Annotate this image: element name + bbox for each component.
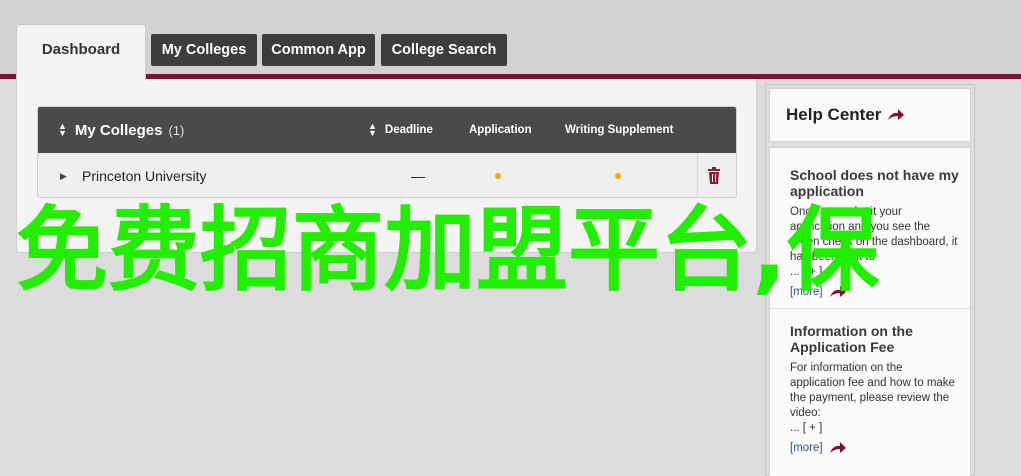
column-writing-supplement: Writing Supplement	[565, 124, 674, 136]
row-divider	[697, 153, 698, 197]
article-divider	[770, 308, 972, 309]
tab-common-app[interactable]: Common App	[262, 34, 375, 66]
expand-row-icon[interactable]: ▶	[60, 153, 67, 197]
tab-college-search-label: College Search	[391, 42, 497, 58]
table-row[interactable]: ▶ Princeton University —	[38, 153, 736, 197]
my-colleges-table: ▲ ▼ My Colleges (1) ▲ ▼ Deadline Applicati…	[37, 106, 737, 198]
writing-supplement-status-dot	[615, 173, 621, 179]
article-title[interactable]: Information on the Application Fee	[790, 323, 960, 355]
article-excerpt: For information on the application fee a…	[790, 362, 955, 419]
table-header: ▲ ▼ My Colleges (1) ▲ ▼ Deadline Applicati…	[38, 107, 736, 153]
help-center-header: Help Center	[769, 88, 971, 142]
tab-common-app-label: Common App	[271, 42, 366, 58]
sort-icon: ▲ ▼	[368, 121, 377, 138]
column-application: Application	[469, 124, 532, 136]
tab-my-colleges-label: My Colleges	[161, 42, 247, 58]
arrow-right-icon	[829, 442, 846, 453]
tab-college-search[interactable]: College Search	[381, 34, 507, 66]
overlay-watermark-text: 免费招商加盟平台,保	[16, 197, 879, 304]
table-title: My Colleges	[74, 121, 163, 139]
article-more-link[interactable]: [more]	[790, 441, 960, 455]
application-status-dot	[495, 173, 501, 179]
sort-my-colleges-header[interactable]: ▲ ▼ My Colleges (1)	[58, 107, 184, 153]
article-expand[interactable]: ... [ + ]	[790, 421, 960, 436]
article-title[interactable]: School does not have my application	[790, 167, 960, 199]
tab-my-colleges[interactable]: My Colleges	[151, 34, 257, 66]
sort-icon: ▲ ▼	[58, 121, 67, 138]
column-deadline: Deadline	[384, 124, 433, 136]
college-name[interactable]: Princeton University	[82, 153, 207, 197]
more-link-label: [more]	[790, 442, 823, 454]
tab-dashboard-label: Dashboard	[41, 41, 121, 58]
trash-icon[interactable]	[706, 153, 722, 197]
deadline-value: —	[411, 168, 425, 184]
tab-dashboard[interactable]: Dashboard	[16, 24, 146, 80]
application-status	[495, 153, 501, 197]
table-count: (1)	[168, 122, 185, 138]
column-application-header: Application	[469, 107, 532, 153]
sort-deadline-header[interactable]: ▲ ▼ Deadline	[368, 107, 433, 153]
writing-supplement-status	[615, 153, 621, 197]
column-writing-supplement-header: Writing Supplement	[565, 107, 673, 153]
arrow-right-icon	[888, 109, 905, 120]
help-article: Information on the Application Fee For i…	[790, 323, 960, 455]
help-center-title: Help Center	[786, 105, 882, 124]
